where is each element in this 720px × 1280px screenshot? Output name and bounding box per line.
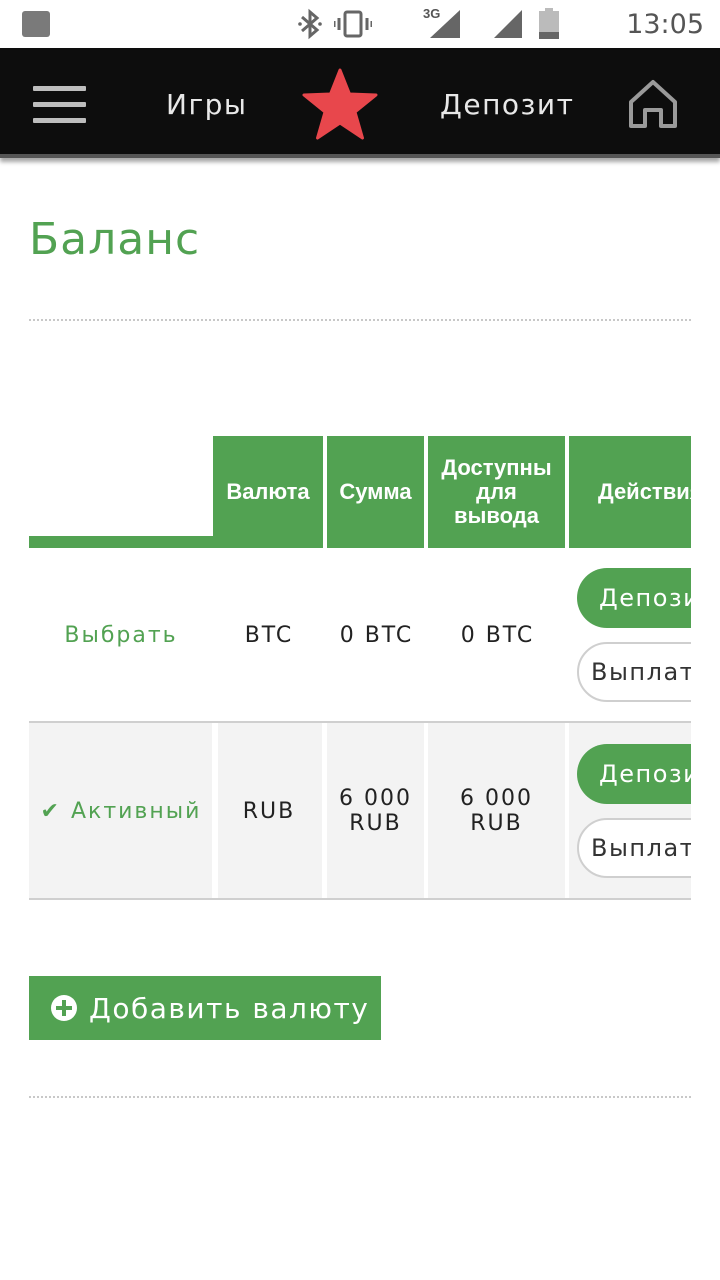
- select-currency-link[interactable]: Выбрать: [64, 623, 177, 648]
- notification-icon: [22, 11, 50, 37]
- divider: [29, 1096, 691, 1098]
- table-header-strip: [29, 536, 213, 548]
- payout-button[interactable]: Выплата: [577, 818, 691, 878]
- table-row-1-available: 0 BTC: [460, 623, 535, 648]
- battery-icon: [539, 8, 559, 39]
- nav-deposit-link[interactable]: Депозит: [440, 88, 574, 121]
- bluetooth-icon: [298, 8, 322, 40]
- active-status-label: Активный: [70, 798, 202, 824]
- header-currency: Валюта: [213, 436, 323, 548]
- add-currency-button[interactable]: Добавить валюту: [29, 976, 381, 1040]
- table-row-2-available: 6 000 RUB: [460, 786, 533, 836]
- row-divider: [29, 898, 691, 900]
- vibrate-icon: [334, 10, 372, 38]
- page-title: Баланс: [29, 214, 201, 265]
- signal-icon: [494, 10, 522, 38]
- table-row-1-amount: 0 BTC: [339, 623, 414, 648]
- menu-icon[interactable]: [33, 86, 86, 123]
- plus-circle-icon: [51, 995, 77, 1021]
- table-row-2-currency: RUB: [242, 798, 296, 824]
- star-logo-icon[interactable]: [302, 68, 378, 140]
- deposit-button[interactable]: Депозит: [577, 568, 691, 628]
- table-row-2-amount: 6 000 RUB: [339, 786, 412, 836]
- clock: 13:05: [626, 9, 704, 40]
- divider: [29, 319, 691, 321]
- header-amount: Сумма: [327, 436, 424, 548]
- check-icon: ✔: [40, 798, 61, 824]
- home-icon[interactable]: [626, 78, 680, 130]
- header-actions: Действия: [569, 436, 691, 548]
- balance-table: Валюта Сумма Доступны для вывода Действи…: [29, 436, 691, 902]
- nav-games-link[interactable]: Игры: [166, 88, 248, 121]
- add-currency-label: Добавить валюту: [89, 991, 370, 1025]
- table-row-2-status: ✔ Активный: [29, 723, 213, 899]
- table-row-1-currency: BTC: [244, 623, 294, 648]
- status-bar: 3G 13:05: [0, 0, 720, 48]
- header-available: Доступны для вывода: [428, 436, 565, 548]
- deposit-button[interactable]: Депозит: [577, 744, 691, 804]
- top-nav: Игры Депозит: [0, 48, 720, 158]
- network-type-label: 3G: [423, 6, 441, 21]
- payout-button[interactable]: Выплата: [577, 642, 691, 702]
- table-row-1-status[interactable]: Выбрать: [29, 548, 213, 723]
